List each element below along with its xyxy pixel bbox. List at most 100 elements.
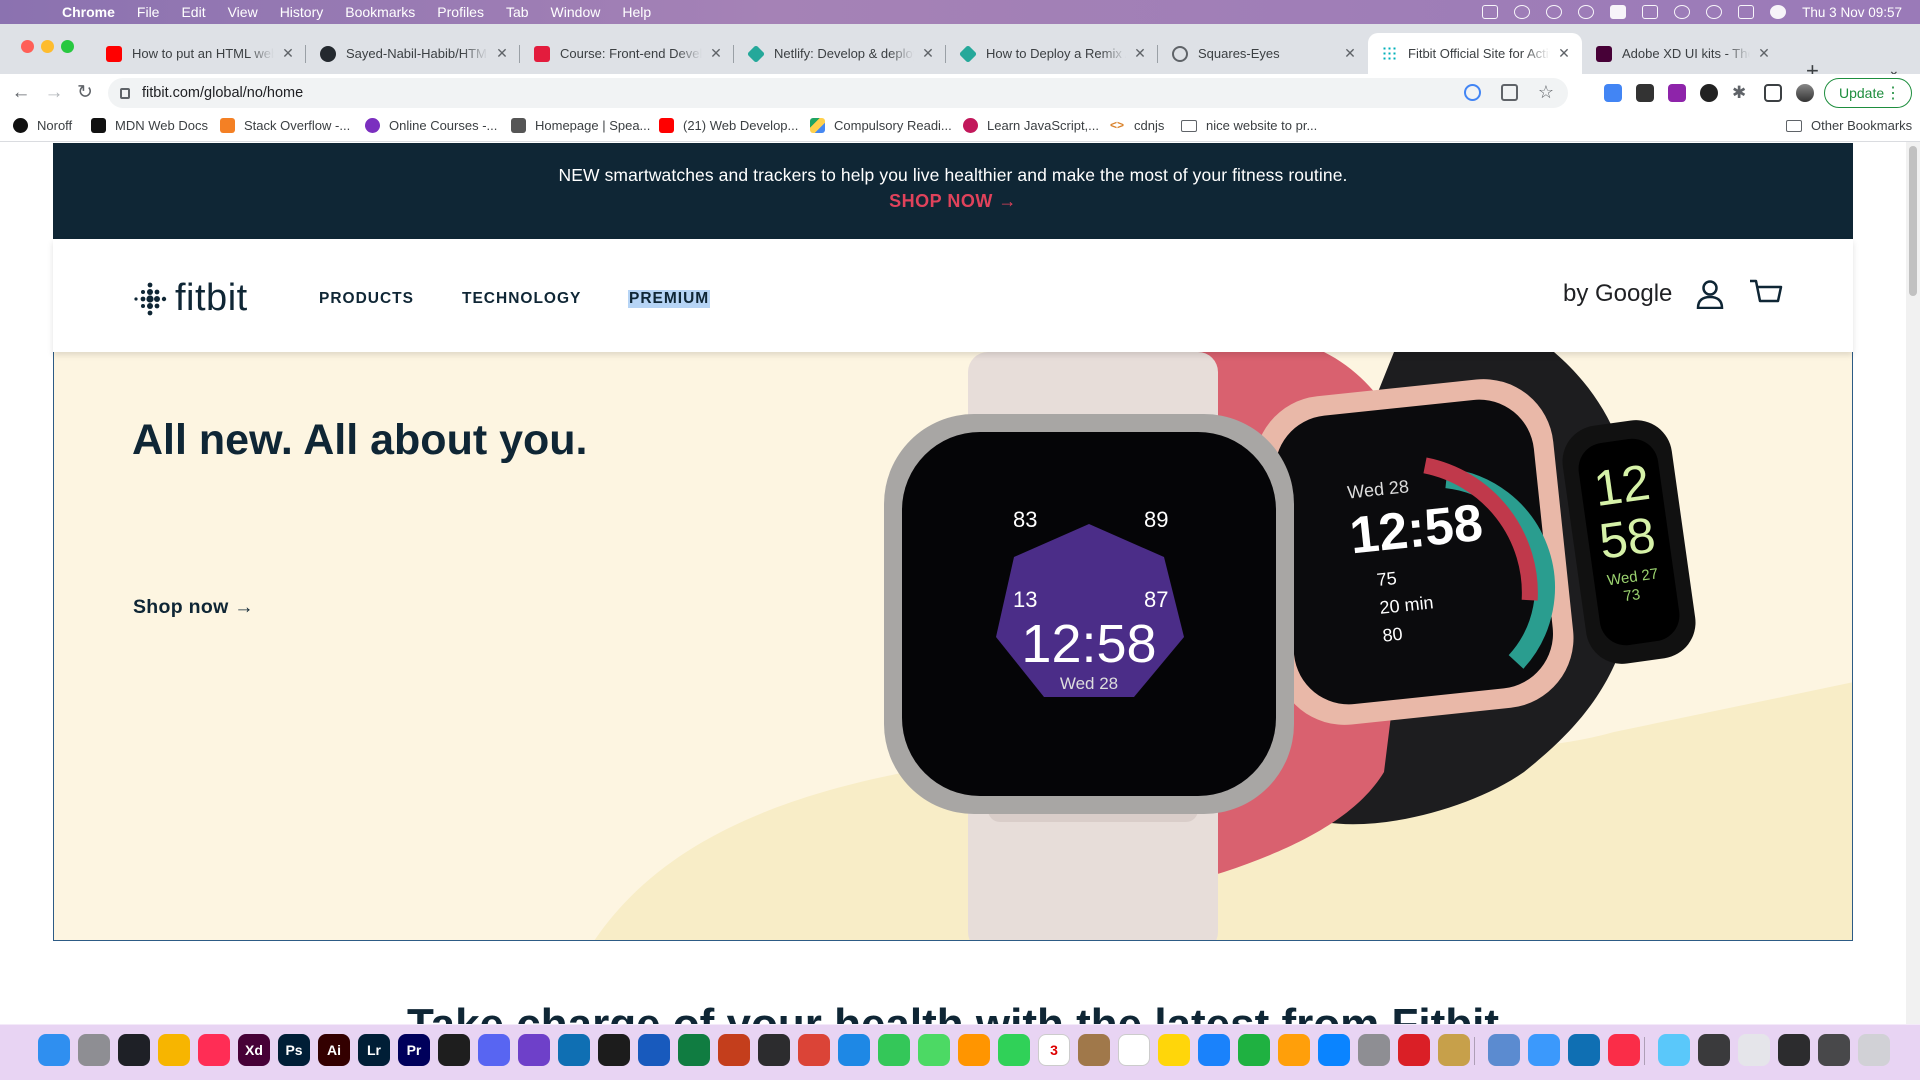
dock-excel-icon[interactable] bbox=[678, 1034, 710, 1066]
minimize-window-button[interactable] bbox=[41, 40, 54, 53]
menu-edit[interactable]: Edit bbox=[170, 4, 216, 20]
translate-extension-icon[interactable] bbox=[1604, 84, 1622, 102]
page-scrollbar[interactable] bbox=[1906, 142, 1920, 1024]
input-source-icon[interactable] bbox=[1610, 5, 1627, 19]
dock-recent-3-icon[interactable] bbox=[1778, 1034, 1810, 1066]
dock-github-desktop-icon[interactable] bbox=[518, 1034, 550, 1066]
extensions-puzzle-icon[interactable]: ✱ bbox=[1732, 84, 1750, 102]
dock-mail-icon[interactable] bbox=[1528, 1034, 1560, 1066]
forward-arrow-icon[interactable]: → bbox=[42, 81, 66, 105]
zoom-window-button[interactable] bbox=[61, 40, 74, 53]
menu-help[interactable]: Help bbox=[611, 4, 662, 20]
fitbit-logo[interactable]: fitbit bbox=[133, 277, 248, 320]
play-status-icon[interactable] bbox=[1578, 5, 1595, 19]
control-center-icon[interactable] bbox=[1738, 5, 1755, 19]
dock-notes-icon[interactable] bbox=[1158, 1034, 1190, 1066]
menu-view[interactable]: View bbox=[217, 4, 269, 20]
dock-vscode-icon[interactable] bbox=[558, 1034, 590, 1066]
dock-music-icon[interactable] bbox=[1608, 1034, 1640, 1066]
dock-trash-icon[interactable] bbox=[1858, 1034, 1890, 1066]
dock-downloads-icon[interactable] bbox=[1658, 1034, 1690, 1066]
side-panel-icon[interactable] bbox=[1764, 84, 1782, 102]
menu-bookmarks[interactable]: Bookmarks bbox=[334, 4, 426, 20]
dock-reminders-icon[interactable] bbox=[1118, 1034, 1150, 1066]
promo-shop-now-link[interactable]: SHOP NOW → bbox=[53, 191, 1853, 212]
dock-lightroom-icon[interactable]: Lr bbox=[358, 1034, 390, 1066]
close-tab-icon[interactable]: ✕ bbox=[1756, 45, 1772, 62]
spotlight-search-icon[interactable] bbox=[1706, 5, 1723, 19]
dock-photoshop-icon[interactable]: Ps bbox=[278, 1034, 310, 1066]
nav-premium[interactable]: PREMIUM bbox=[628, 290, 711, 308]
bookmark-folder[interactable]: nice website to pr... bbox=[1181, 118, 1317, 133]
dock-vscode-2-icon[interactable] bbox=[1568, 1034, 1600, 1066]
nav-technology[interactable]: TECHNOLOGY bbox=[462, 290, 581, 308]
menu-file[interactable]: File bbox=[126, 4, 171, 20]
dock-quicktime-icon[interactable] bbox=[758, 1034, 790, 1066]
dock-creative-cloud-icon[interactable] bbox=[1398, 1034, 1430, 1066]
bookmark-item[interactable]: (21) Web Develop... bbox=[659, 118, 798, 133]
dock-app-store-icon[interactable] bbox=[1318, 1034, 1350, 1066]
dock-binance-icon[interactable] bbox=[118, 1034, 150, 1066]
dock-terminal-icon[interactable] bbox=[598, 1034, 630, 1066]
share-icon[interactable] bbox=[1500, 84, 1518, 101]
google-lens-icon[interactable] bbox=[1463, 84, 1481, 101]
close-tab-icon[interactable]: ✕ bbox=[708, 45, 724, 62]
menu-clock[interactable]: Thu 3 Nov 09:57 bbox=[1802, 5, 1902, 20]
extension-css-icon[interactable] bbox=[1668, 84, 1686, 102]
dock-system-preferences-icon[interactable] bbox=[1358, 1034, 1390, 1066]
dock-sketch-icon[interactable] bbox=[158, 1034, 190, 1066]
close-window-button[interactable] bbox=[21, 40, 34, 53]
bookmark-item[interactable]: Stack Overflow -... bbox=[220, 118, 350, 133]
back-arrow-icon[interactable]: ← bbox=[9, 81, 33, 105]
cart-icon[interactable] bbox=[1749, 279, 1783, 309]
siri-icon[interactable] bbox=[1770, 5, 1787, 19]
status-bar-extension-icon[interactable] bbox=[1482, 5, 1499, 19]
menu-history[interactable]: History bbox=[269, 4, 335, 20]
dock-archive-icon[interactable] bbox=[1438, 1034, 1470, 1066]
bookmark-item[interactable]: Homepage | Spea... bbox=[511, 118, 650, 133]
close-tab-icon[interactable]: ✕ bbox=[920, 45, 936, 62]
dock-finder-icon[interactable] bbox=[38, 1034, 70, 1066]
tab[interactable]: Netlify: Develop & deploy ✕ bbox=[734, 33, 946, 74]
dock-pages-icon[interactable] bbox=[1278, 1034, 1310, 1066]
dock-maps-icon[interactable] bbox=[918, 1034, 950, 1066]
bookmark-item[interactable]: Online Courses -... bbox=[365, 118, 497, 133]
close-tab-icon[interactable]: ✕ bbox=[1342, 45, 1358, 62]
scrollbar-thumb[interactable] bbox=[1909, 146, 1917, 296]
dock-adobe-xd-icon[interactable]: Xd bbox=[238, 1034, 270, 1066]
update-button[interactable]: Update ⋮ bbox=[1824, 78, 1912, 108]
tab[interactable]: Squares-Eyes ✕ bbox=[1158, 33, 1368, 74]
dock-facetime-icon[interactable] bbox=[998, 1034, 1030, 1066]
dock-calendar-icon[interactable]: 3 bbox=[1038, 1034, 1070, 1066]
tab[interactable]: How to Deploy a Remix Ap ✕ bbox=[946, 33, 1158, 74]
battery-icon[interactable] bbox=[1642, 5, 1659, 19]
menu-window[interactable]: Window bbox=[540, 4, 612, 20]
close-tab-icon[interactable]: ✕ bbox=[494, 45, 510, 62]
tab[interactable]: How to put an HTML website ✕ bbox=[92, 33, 306, 74]
tab-active[interactable]: Fitbit Official Site for Activ ✕ bbox=[1368, 33, 1582, 74]
bookmark-star-icon[interactable]: ☆ bbox=[1538, 83, 1554, 101]
menu-tab[interactable]: Tab bbox=[495, 4, 540, 20]
address-bar[interactable]: fitbit.com/global/no/home ☆ bbox=[108, 78, 1568, 108]
dock-launchpad-icon[interactable] bbox=[78, 1034, 110, 1066]
menu-app-name[interactable]: Chrome bbox=[54, 4, 126, 20]
dock-recent-2-icon[interactable] bbox=[1738, 1034, 1770, 1066]
close-tab-icon[interactable]: ✕ bbox=[1132, 45, 1148, 62]
dock-powerpoint-icon[interactable] bbox=[718, 1034, 750, 1066]
grammarly-status-icon[interactable] bbox=[1514, 5, 1531, 19]
dock-contacts-icon[interactable] bbox=[1078, 1034, 1110, 1066]
dock-figma-icon[interactable] bbox=[438, 1034, 470, 1066]
other-bookmarks-folder[interactable]: Other Bookmarks bbox=[1786, 118, 1912, 133]
tab[interactable]: Course: Front-end Develop ✕ bbox=[520, 33, 734, 74]
tab[interactable]: Adobe XD UI kits - The be ✕ bbox=[1582, 33, 1782, 74]
menu-profiles[interactable]: Profiles bbox=[426, 4, 495, 20]
dock-discord-icon[interactable] bbox=[478, 1034, 510, 1066]
extension-dark-icon[interactable] bbox=[1700, 84, 1718, 102]
url-text[interactable]: fitbit.com/global/no/home bbox=[142, 85, 303, 101]
bookmark-item[interactable]: Compulsory Readi... bbox=[810, 118, 952, 133]
close-tab-icon[interactable]: ✕ bbox=[280, 45, 296, 62]
dock-photos-icon[interactable] bbox=[958, 1034, 990, 1066]
dock-safari-icon[interactable] bbox=[838, 1034, 870, 1066]
dock-messages-icon[interactable] bbox=[878, 1034, 910, 1066]
dock-premiere-icon[interactable]: Pr bbox=[398, 1034, 430, 1066]
